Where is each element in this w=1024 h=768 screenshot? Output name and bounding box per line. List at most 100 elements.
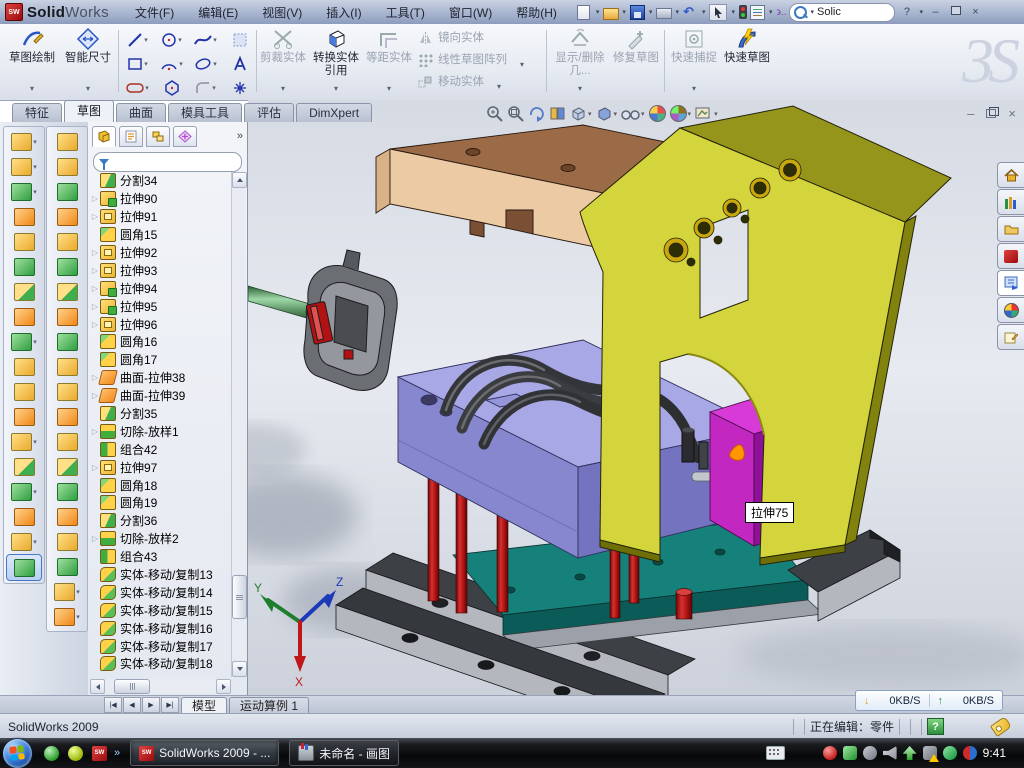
rebuild-icon[interactable] xyxy=(739,5,747,19)
menu-文件(F)[interactable]: 文件(F) xyxy=(123,4,186,21)
split-body-icon[interactable] xyxy=(4,379,44,404)
tree-item[interactable]: 实体-移动/复制15 xyxy=(90,601,231,619)
search-value[interactable]: Solic xyxy=(817,6,841,18)
offset-surface-icon[interactable] xyxy=(47,304,87,329)
tree-item[interactable]: ▷拉伸94 xyxy=(90,279,231,297)
combine-icon[interactable] xyxy=(4,354,44,379)
sync-status-icon[interactable] xyxy=(963,746,977,760)
tree-item[interactable]: 分割34 xyxy=(90,172,231,190)
doc-close-button[interactable]: × xyxy=(1008,106,1016,121)
ribbon-tab-DimXpert[interactable]: DimXpert xyxy=(296,103,372,122)
knit-surface-icon[interactable] xyxy=(47,479,87,504)
print-icon[interactable] xyxy=(656,8,672,19)
open-icon[interactable] xyxy=(603,8,619,20)
health-shield-icon[interactable] xyxy=(943,746,957,760)
tree-item[interactable]: 实体-移动/复制18 xyxy=(90,655,231,673)
tree-item[interactable]: 分割36 xyxy=(90,512,231,530)
help-button[interactable]: ? xyxy=(898,5,915,20)
sketch-button[interactable]: 草图绘制▾ xyxy=(6,27,58,95)
smart-dimension-button[interactable]: 智能尺寸▾ xyxy=(62,27,114,95)
tree-item[interactable]: ▷拉伸92 xyxy=(90,244,231,262)
thickened-cut-icon[interactable] xyxy=(47,529,87,554)
tree-horizontal-scrollbar[interactable] xyxy=(90,679,231,693)
tree-item[interactable]: 圆角17 xyxy=(90,351,231,369)
select-cursor-icon[interactable] xyxy=(709,4,727,21)
menu-帮助(H)[interactable]: 帮助(H) xyxy=(504,4,569,21)
configuration-manager-tab[interactable] xyxy=(146,126,170,147)
volume-icon[interactable] xyxy=(883,746,897,760)
property-manager-tab[interactable] xyxy=(119,126,143,147)
hide-show-items-icon[interactable]: ▾ xyxy=(621,107,645,121)
reference-geometry-icon[interactable]: ▾ xyxy=(4,479,44,504)
messenger-icon[interactable] xyxy=(44,746,59,761)
tree-item[interactable]: ▷切除-放样2 xyxy=(90,530,231,548)
undo-icon[interactable]: ↶ xyxy=(683,5,698,19)
scroll-up-button[interactable] xyxy=(232,172,247,188)
dropdown-arrow-icon[interactable]: ▾ xyxy=(33,188,37,196)
curve-icon[interactable] xyxy=(4,504,44,529)
tree-item[interactable]: ▷拉伸95 xyxy=(90,297,231,315)
tree-item[interactable]: 组合43 xyxy=(90,548,231,566)
tree-item[interactable]: ▷曲面-拉伸38 xyxy=(90,369,231,387)
rib-icon[interactable] xyxy=(4,304,44,329)
tree-item[interactable]: ▷曲面-拉伸39 xyxy=(90,387,231,405)
expand-arrow-icon[interactable]: ▷ xyxy=(90,212,100,221)
revolved-surface-icon[interactable] xyxy=(47,154,87,179)
tree-item[interactable]: ▷拉伸91 xyxy=(90,208,231,226)
tree-item[interactable]: 圆角18 xyxy=(90,476,231,494)
file-explorer-icon[interactable] xyxy=(997,216,1024,242)
fillet-icon[interactable]: ▾ xyxy=(4,179,44,204)
model-scene[interactable]: Y Z X xyxy=(248,100,1024,695)
thicken-icon[interactable] xyxy=(47,504,87,529)
tree-item[interactable]: 圆角16 xyxy=(90,333,231,351)
expand-arrow-icon[interactable]: ▷ xyxy=(90,534,100,543)
feature-manager-tab[interactable] xyxy=(92,126,116,147)
extruded-boss-icon[interactable]: ▾ xyxy=(4,129,44,154)
view-palette-icon[interactable] xyxy=(997,270,1024,296)
tree-filter-input[interactable] xyxy=(113,155,259,169)
tab-nav-button[interactable]: |◀ xyxy=(104,697,122,713)
dropdown-arrow-icon[interactable]: ▾ xyxy=(33,138,37,146)
close-button[interactable]: × xyxy=(967,5,984,20)
trim-surface-icon[interactable] xyxy=(47,429,87,454)
doc-minimize-button[interactable]: – xyxy=(967,106,974,121)
design-library-icon[interactable] xyxy=(997,189,1024,215)
lofted-surface-icon[interactable] xyxy=(47,204,87,229)
home-icon[interactable] xyxy=(997,162,1024,188)
new-document-icon[interactable] xyxy=(577,5,590,20)
line-tool[interactable]: ▾ xyxy=(122,28,153,52)
expand-arrow-icon[interactable]: ▷ xyxy=(90,463,100,472)
taskbar-window-paint[interactable]: 未命名 - 画图 xyxy=(289,740,399,766)
panel-overflow-chevron[interactable]: » xyxy=(237,130,243,142)
tab-motion-study[interactable]: 运动算例 1 xyxy=(229,697,309,714)
display-style-icon[interactable]: ▾ xyxy=(570,105,592,122)
scroll-left-button[interactable] xyxy=(90,679,105,694)
ribbon-tab-曲面[interactable]: 曲面 xyxy=(116,103,166,122)
solidworks-resources-icon[interactable] xyxy=(997,243,1024,269)
expand-arrow-icon[interactable]: ▷ xyxy=(90,427,100,436)
apply-scene-icon[interactable]: ▾ xyxy=(670,105,692,122)
edit-appearance-icon[interactable] xyxy=(649,105,666,122)
rapid-sketch-button[interactable]: 快速草图 xyxy=(722,27,772,95)
spline-tool[interactable]: ▾ xyxy=(190,28,221,52)
slot-tool[interactable]: ▾ xyxy=(122,76,153,100)
tree-filter-box[interactable] xyxy=(93,152,242,172)
expand-arrow-icon[interactable]: ▷ xyxy=(90,320,100,329)
tab-nav-button[interactable]: ▶ xyxy=(142,697,160,713)
tree-item[interactable]: ▷拉伸93 xyxy=(90,261,231,279)
expand-arrow-icon[interactable]: ▷ xyxy=(90,266,100,275)
tree-item[interactable]: ▷拉伸90 xyxy=(90,190,231,208)
view-orientation-icon[interactable]: ▾ xyxy=(596,105,618,122)
save-icon[interactable] xyxy=(630,5,645,20)
menu-视图(V)[interactable]: 视图(V) xyxy=(250,4,314,21)
dropdown-arrow-icon[interactable]: ▾ xyxy=(76,613,80,621)
start-button[interactable] xyxy=(3,739,32,768)
menu-工具(T)[interactable]: 工具(T) xyxy=(374,4,437,21)
network-warning-icon[interactable] xyxy=(923,746,937,760)
menu-窗口(W)[interactable]: 窗口(W) xyxy=(437,4,504,21)
tree-item[interactable]: 分割35 xyxy=(90,405,231,423)
tree-item[interactable]: 组合42 xyxy=(90,440,231,458)
taskbar-window-solidworks[interactable]: SW SolidWorks 2009 - ... xyxy=(130,740,279,766)
graphics-viewport[interactable]: Y Z X ▾ ▾ ▾ ▾ ▾ – × 拉伸75 xyxy=(248,100,1024,695)
ribbon-tab-评估[interactable]: 评估 xyxy=(244,103,294,122)
